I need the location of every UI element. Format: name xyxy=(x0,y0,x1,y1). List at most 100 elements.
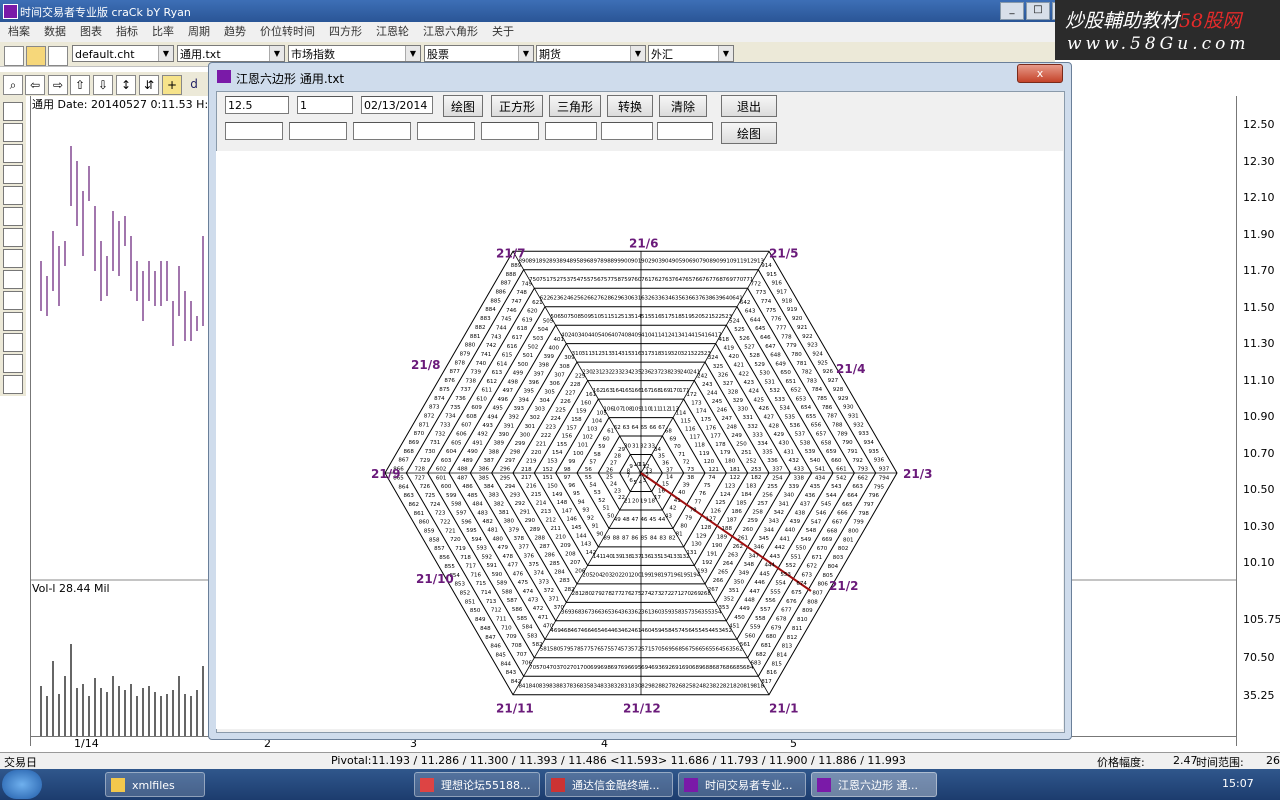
draw-tool-icon[interactable] xyxy=(3,375,23,394)
param-input-7[interactable] xyxy=(601,122,653,140)
futures-select[interactable]: 期货 ▼ xyxy=(536,45,646,62)
scale-icon[interactable]: ⇵ xyxy=(139,75,159,95)
triangle-button[interactable]: 三角形 xyxy=(549,95,601,117)
task-forum[interactable]: 理想论坛55188... xyxy=(414,772,540,797)
angle-label: 21/11 xyxy=(496,702,534,716)
draw-button[interactable]: 绘图 xyxy=(443,95,483,117)
param-input-6[interactable] xyxy=(545,122,597,140)
cell-number: 590 xyxy=(492,572,503,578)
param-input-4[interactable] xyxy=(417,122,475,140)
d-icon[interactable]: d xyxy=(185,75,203,93)
draw-tool-icon[interactable] xyxy=(3,312,23,331)
draw-tool-icon[interactable] xyxy=(3,291,23,310)
task-xmlfiles[interactable]: xmlfiles xyxy=(105,772,205,797)
stock-select[interactable]: 股票 ▼ xyxy=(424,45,534,62)
menu-item-1[interactable]: 数据 xyxy=(44,22,66,42)
menu-item-9[interactable]: 江恩轮 xyxy=(376,22,409,42)
menu-item-11[interactable]: 关于 xyxy=(492,22,514,42)
square-button[interactable]: 正方形 xyxy=(491,95,543,117)
draw-tool-icon[interactable] xyxy=(3,333,23,352)
draw-tool-icon[interactable] xyxy=(3,102,23,121)
file-select[interactable]: default.cht ▼ xyxy=(72,45,174,62)
cell-number: 64 xyxy=(632,425,639,431)
task-label: 时间交易者专业... xyxy=(705,779,793,792)
task-timetrader[interactable]: 时间交易者专业... xyxy=(678,772,806,797)
draw2-button[interactable]: 绘图 xyxy=(721,122,777,144)
menu-item-7[interactable]: 价位转时间 xyxy=(260,22,315,42)
cell-number: 245 xyxy=(712,399,723,405)
arrow-up-icon[interactable]: ⇧ xyxy=(70,75,90,95)
cell-number: 14 xyxy=(666,474,673,480)
cell-number: 125 xyxy=(715,500,726,506)
param-input-3[interactable] xyxy=(353,122,411,140)
draw-tool-icon[interactable] xyxy=(3,249,23,268)
menu-item-2[interactable]: 图表 xyxy=(80,22,102,42)
crosshair-icon[interactable]: + xyxy=(162,75,182,95)
param-input-2[interactable] xyxy=(289,122,347,140)
fit-icon[interactable]: ↕ xyxy=(116,75,136,95)
cell-number: 878 xyxy=(455,360,466,366)
draw-tool-icon[interactable] xyxy=(3,165,23,184)
draw-tool-icon[interactable] xyxy=(3,186,23,205)
step-input[interactable]: 1 xyxy=(297,96,353,114)
cell-number: 816 xyxy=(766,670,777,676)
arrow-left-icon[interactable]: ⇦ xyxy=(25,75,45,95)
menu-item-4[interactable]: 比率 xyxy=(152,22,174,42)
start-button[interactable] xyxy=(2,770,42,799)
menu-item-8[interactable]: 四方形 xyxy=(329,22,362,42)
convert-button[interactable]: 转换 xyxy=(607,95,653,117)
cell-number: 66 xyxy=(649,425,656,431)
start-price-input[interactable]: 12.5 xyxy=(225,96,289,114)
date-input[interactable]: 02/13/2014 xyxy=(361,96,433,114)
template-select[interactable]: 通用.txt ▼ xyxy=(177,45,285,62)
new-file-icon[interactable] xyxy=(4,46,24,66)
zoom-icon[interactable]: ⌕ xyxy=(3,75,23,95)
arrow-right-icon[interactable]: ⇨ xyxy=(48,75,68,95)
draw-tool-icon[interactable] xyxy=(3,207,23,226)
draw-tool-icon[interactable] xyxy=(3,270,23,289)
task-tdx[interactable]: 通达信金融终端... xyxy=(545,772,673,797)
clear-button[interactable]: 清除 xyxy=(659,95,707,117)
cell-number: 709 xyxy=(506,634,517,640)
param-input-8[interactable] xyxy=(657,122,713,140)
cell-number: 263 xyxy=(728,552,739,558)
cell-number: 49 xyxy=(614,517,621,523)
draw-tool-icon[interactable] xyxy=(3,354,23,373)
exit-button[interactable]: 退出 xyxy=(721,95,777,117)
menu-item-3[interactable]: 指标 xyxy=(116,22,138,42)
cell-number: 280 xyxy=(582,591,593,597)
cell-number: 783 xyxy=(807,378,818,384)
menu-item-10[interactable]: 江恩六角形 xyxy=(423,22,478,42)
draw-tool-icon[interactable] xyxy=(3,123,23,142)
cell-number: 174 xyxy=(696,409,707,415)
cell-number: 558 xyxy=(755,616,766,622)
dialog-close-button[interactable]: x xyxy=(1017,64,1063,83)
menu-item-5[interactable]: 周期 xyxy=(188,22,210,42)
cell-number: 338 xyxy=(794,475,805,481)
cell-number: 346 xyxy=(754,545,765,551)
cell-number: 806 xyxy=(817,582,828,588)
cell-number: 538 xyxy=(800,440,811,446)
drawing-toolbar: ⌕ ⇦ ⇨ ⇧ ⇩ ↕ ⇵ + d xyxy=(0,72,215,96)
cell-number: 227 xyxy=(565,391,576,397)
index-select[interactable]: 市场指数 ▼ xyxy=(288,45,421,62)
cell-number: 93 xyxy=(582,507,589,513)
cell-number: 198 xyxy=(651,573,662,579)
param-input-5[interactable] xyxy=(481,122,539,140)
menu-item-6[interactable]: 趋势 xyxy=(224,22,246,42)
draw-tool-icon[interactable] xyxy=(3,228,23,247)
maximize-icon[interactable]: □ xyxy=(1026,2,1050,20)
minimize-icon[interactable]: _ xyxy=(1000,2,1024,20)
arrow-down-icon[interactable]: ⇩ xyxy=(93,75,113,95)
cell-number: 720 xyxy=(450,537,461,543)
forex-select[interactable]: 外汇 ▼ xyxy=(648,45,734,62)
hexagon-plot[interactable]: 1 2 3 4 5 6 7 8 9 10 11 12 13 14 15 16 17 18 19 20 21 22 23 24 2… xyxy=(216,151,1063,729)
print-icon[interactable] xyxy=(48,46,68,66)
task-gann-hex[interactable]: 江恩六边形 通... xyxy=(811,772,937,797)
draw-tool-icon[interactable] xyxy=(3,144,23,163)
menu-item-0[interactable]: 档案 xyxy=(8,22,30,42)
param-input-1[interactable] xyxy=(225,122,283,140)
cell-number: 792 xyxy=(852,458,863,464)
open-folder-icon[interactable] xyxy=(26,46,46,66)
cell-number: 917 xyxy=(777,290,788,296)
